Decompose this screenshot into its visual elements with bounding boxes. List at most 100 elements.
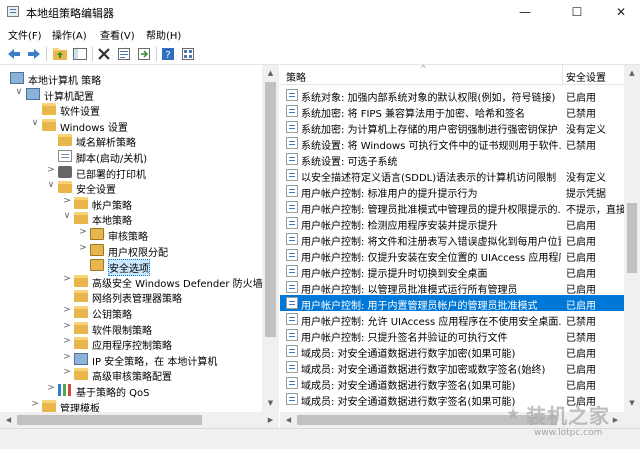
policy-row[interactable]: 系统对象: 加强内部系统对象的默认权限(例如，符号链接) 已启用 <box>280 87 624 104</box>
view-options-icon[interactable] <box>180 46 196 62</box>
menu-view[interactable]: 查看(V) <box>100 27 135 42</box>
tree-expander-icon[interactable]: > <box>62 336 72 346</box>
menu-action[interactable]: 操作(A) <box>52 27 87 42</box>
policy-row[interactable]: 用户帐户控制: 允许 UIAccess 应用程序在不使用安全桌面... 已禁用 <box>280 311 624 328</box>
tree-item[interactable]: ∨ 本地策略 <box>0 210 262 227</box>
tree-item[interactable]: ∨ Windows 设置 <box>0 117 262 134</box>
tree-item[interactable]: > IP 安全策略，在 本地计算机 <box>0 351 262 368</box>
policy-row[interactable]: 以安全描述符定义语言(SDDL)语法表示的计算机访问限制 没有定义 <box>280 167 624 184</box>
up-folder-icon[interactable] <box>52 46 68 62</box>
tree-item[interactable]: > 软件限制策略 <box>0 320 262 337</box>
tree-expander-icon[interactable]: > <box>78 227 88 237</box>
tree-item[interactable]: 网络列表管理器策略 <box>0 288 262 305</box>
svg-text:?: ? <box>165 50 170 61</box>
tree-expander-icon[interactable]: > <box>62 321 72 331</box>
policy-row[interactable]: 用户帐户控制: 用于内置管理员帐户的管理员批准模式 已启用 <box>280 295 624 312</box>
tree-item[interactable]: > 已部署的打印机 <box>0 164 262 181</box>
policy-row[interactable]: 系统加密: 将 FIPS 兼容算法用于加密、哈希和签名 已禁用 <box>280 103 624 120</box>
tree-item[interactable]: > 帐户策略 <box>0 195 262 212</box>
policy-security-setting: 已启用 <box>566 365 596 376</box>
scroll-up-arrow-icon[interactable]: ▲ <box>624 65 640 82</box>
menu-file[interactable]: 文件(F) <box>8 27 42 42</box>
policy-row[interactable]: 用户帐户控制: 只提升签名并验证的可执行文件 已禁用 <box>280 327 624 344</box>
policy-row[interactable]: 用户帐户控制: 将文件和注册表写入错误虚拟化到每用户位置 已启用 <box>280 231 624 248</box>
tree-scroll-thumb[interactable] <box>265 82 276 337</box>
forward-arrow-icon[interactable] <box>26 46 42 62</box>
policy-row[interactable]: 域成员: 对安全通道数据进行数字签名(如果可能) 已启用 <box>280 391 624 408</box>
tree-expander-icon[interactable]: > <box>46 165 56 175</box>
back-arrow-icon[interactable] <box>6 46 22 62</box>
folder-icon <box>74 196 88 209</box>
scroll-down-arrow-icon[interactable]: ▼ <box>624 395 640 412</box>
policy-row[interactable]: 用户帐户控制: 管理员批准模式中管理员的提升权限提示的... 不提示，直接 <box>280 199 624 216</box>
tree-horizontal-scrollbar[interactable]: ◀ ▶ <box>0 412 279 428</box>
scroll-right-arrow-icon[interactable]: ▶ <box>262 412 279 429</box>
scroll-left-arrow-icon[interactable]: ◀ <box>0 412 17 429</box>
tree-expander-icon[interactable]: > <box>62 196 72 206</box>
properties-icon[interactable] <box>116 46 132 62</box>
policy-row[interactable]: 域成员: 对安全通道数据进行数字签名(如果可能) 已启用 <box>280 375 624 392</box>
policy-row[interactable]: 用户帐户控制: 以管理员批准模式运行所有管理员 已启用 <box>280 279 624 296</box>
tree-vertical-scrollbar[interactable]: ▲ ▼ <box>262 65 279 412</box>
column-divider[interactable] <box>562 65 563 85</box>
tree-expander-icon[interactable]: > <box>46 383 56 393</box>
scroll-up-arrow-icon[interactable]: ▲ <box>262 65 279 82</box>
column-policy[interactable]: 策略 <box>286 69 306 84</box>
policy-row[interactable]: 域成员: 对安全通道数据进行数字加密或数字签名(始终) 已启用 <box>280 359 624 376</box>
minimize-button[interactable]: — <box>502 0 548 24</box>
show-hide-tree-icon[interactable] <box>72 46 88 62</box>
tree-expander-icon[interactable]: ∨ <box>62 211 72 221</box>
tree-item[interactable]: > 公钥策略 <box>0 304 262 321</box>
list-hscroll-thumb[interactable] <box>297 415 557 425</box>
list-vertical-scrollbar[interactable]: ▲ ▼ <box>624 65 640 412</box>
tree-item[interactable]: 本地计算机 策略 <box>0 70 262 87</box>
policy-name: 用户帐户控制: 标准用户的提升提示行为 <box>301 189 478 200</box>
policy-security-setting: 已禁用 <box>566 333 596 344</box>
tree-expander-icon[interactable]: ∨ <box>46 180 56 190</box>
tree-expander-icon[interactable]: > <box>62 274 72 284</box>
folder-icon <box>58 134 72 147</box>
tree-item[interactable]: > 基于策略的 QoS <box>0 382 262 399</box>
tree-expander-icon[interactable]: ∨ <box>30 118 40 128</box>
tree-item[interactable]: > 应用程序控制策略 <box>0 335 262 352</box>
tree-item[interactable]: 域名解析策略 <box>0 132 262 149</box>
tree-item[interactable]: > 高级审核策略配置 <box>0 366 262 383</box>
delete-x-icon[interactable] <box>96 46 112 62</box>
tree-item[interactable]: 脚本(启动/关机) <box>0 148 262 165</box>
tree-item[interactable]: > 高级安全 Windows Defender 防火墙 <box>0 273 262 290</box>
list-horizontal-scrollbar[interactable]: ◀ ▶ <box>280 412 640 428</box>
policy-row[interactable]: 用户帐户控制: 检测应用程序安装并提示提升 已启用 <box>280 215 624 232</box>
policy-row[interactable]: 用户帐户控制: 提示提升时切换到安全桌面 已启用 <box>280 263 624 280</box>
policy-row[interactable]: 用户帐户控制: 仅提升安装在安全位置的 UIAccess 应用程序 已启用 <box>280 247 624 264</box>
tree-hscroll-thumb[interactable] <box>17 415 202 425</box>
policy-security-setting: 已启用 <box>566 285 596 296</box>
tree-expander-icon[interactable]: ∨ <box>14 87 24 97</box>
tree-item[interactable]: > 用户权限分配 <box>0 242 262 259</box>
column-security-setting[interactable]: 安全设置 <box>566 69 606 84</box>
policy-security-setting: 已启用 <box>566 237 596 248</box>
menu-help[interactable]: 帮助(H) <box>146 27 181 42</box>
tree-expander-icon[interactable]: > <box>30 399 40 409</box>
tree-expander-icon[interactable]: > <box>62 352 72 362</box>
policy-row[interactable]: 用户帐户控制: 标准用户的提升提示行为 提示凭据 <box>280 183 624 200</box>
scroll-down-arrow-icon[interactable]: ▼ <box>262 395 279 412</box>
scroll-right-arrow-icon[interactable]: ▶ <box>607 412 624 428</box>
tree-expander-icon[interactable]: > <box>62 305 72 315</box>
policy-row[interactable]: 系统设置: 将 Windows 可执行文件中的证书规则用于软件... 已禁用 <box>280 135 624 152</box>
maximize-button[interactable]: ☐ <box>554 0 600 24</box>
policy-row[interactable]: 系统加密: 为计算机上存储的用户密钥强制进行强密钥保护 没有定义 <box>280 119 624 136</box>
tree-item[interactable]: > 审核策略 <box>0 226 262 243</box>
scroll-left-arrow-icon[interactable]: ◀ <box>280 412 297 428</box>
policy-row[interactable]: 系统设置: 可选子系统 <box>280 151 624 168</box>
export-list-icon[interactable] <box>136 46 152 62</box>
tree-expander-icon[interactable]: > <box>78 243 88 253</box>
tree-item[interactable]: ∨ 安全设置 <box>0 179 262 196</box>
tree-item[interactable]: 安全选项 <box>0 257 262 277</box>
tree-item[interactable]: 软件设置 <box>0 101 262 118</box>
close-button[interactable]: ✕ <box>598 0 640 24</box>
policy-row[interactable]: 域成员: 对安全通道数据进行数字加密(如果可能) 已启用 <box>280 343 624 360</box>
help-icon[interactable]: ? <box>160 46 176 62</box>
tree-item[interactable]: ∨ 计算机配置 <box>0 86 262 103</box>
list-scroll-thumb[interactable] <box>627 203 637 273</box>
tree-expander-icon[interactable]: > <box>62 367 72 377</box>
